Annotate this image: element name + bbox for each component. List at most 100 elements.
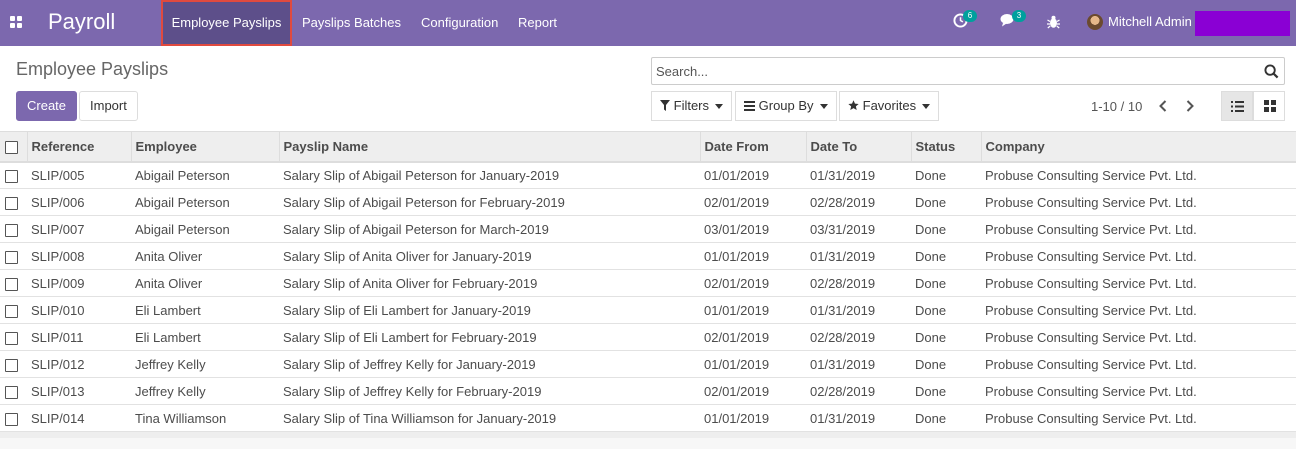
- employee-cell: Abigail Peterson: [135, 194, 230, 210]
- date-to-cell: 02/28/2019: [810, 383, 876, 399]
- table-row[interactable]: SLIP/009 Anita Oliver Salary Slip of Anita…: [0, 269, 1296, 297]
- date-to-cell: 01/31/2019: [810, 167, 876, 183]
- date-from-cell: 01/01/2019: [704, 356, 770, 372]
- menu-payslips-batches[interactable]: Payslips Batches: [302, 0, 401, 46]
- company-cell: Probuse Consulting Service Pvt. Ltd.: [985, 275, 1197, 291]
- date-from-cell: 02/01/2019: [704, 383, 770, 399]
- status-cell: Done: [915, 194, 947, 210]
- menu-report[interactable]: Report: [518, 0, 557, 46]
- payslip-name-cell: Salary Slip of Tina Williamson for Janua…: [283, 410, 557, 426]
- payslip-name-cell: Salary Slip of Eli Lambert for January-2…: [283, 302, 531, 318]
- table-header-row: Reference Employee Payslip Name Date Fro…: [0, 131, 1296, 162]
- filters-dropdown[interactable]: Filters: [651, 91, 733, 121]
- row-checkbox[interactable]: [5, 331, 18, 345]
- table-row[interactable]: SLIP/014 Tina Williamson Salary Slip of Ti…: [0, 404, 1296, 432]
- messages-button[interactable]: 3: [1000, 10, 1026, 31]
- select-all-cell: [0, 132, 27, 162]
- status-cell: Done: [915, 356, 947, 372]
- table-row[interactable]: SLIP/012 Jeffrey Kelly Salary Slip of Jeff…: [0, 350, 1296, 378]
- table-row[interactable]: SLIP/007 Abigail Peterson Salary Slip of A…: [0, 215, 1296, 243]
- column-header-employee[interactable]: Employee: [130, 131, 279, 162]
- date-from-cell: 03/01/2019: [704, 221, 770, 237]
- table-row[interactable]: SLIP/010 Eli Lambert Salary Slip of Eli La…: [0, 296, 1296, 324]
- create-button[interactable]: Create: [16, 91, 78, 121]
- column-header-reference[interactable]: Reference: [26, 131, 131, 162]
- caret-down-icon: [819, 104, 828, 110]
- kanban-view-icon: [1264, 100, 1276, 112]
- redacted-block: [1195, 11, 1290, 36]
- company-cell: Probuse Consulting Service Pvt. Ltd.: [985, 329, 1197, 345]
- menu-configuration[interactable]: Configuration: [421, 0, 498, 46]
- company-cell: Probuse Consulting Service Pvt. Ltd.: [985, 383, 1197, 399]
- reference-cell: SLIP/006: [31, 194, 85, 210]
- reference-cell: SLIP/005: [31, 167, 85, 183]
- chevron-right-icon[interactable]: [1183, 98, 1197, 114]
- select-all-checkbox[interactable]: [5, 140, 18, 154]
- favorites-label: Favorites: [862, 98, 917, 113]
- employee-cell: Anita Oliver: [135, 248, 203, 264]
- list-view-icon: [1231, 101, 1244, 112]
- company-cell: Probuse Consulting Service Pvt. Ltd.: [985, 410, 1197, 426]
- import-button[interactable]: Import: [79, 91, 138, 121]
- row-checkbox[interactable]: [5, 169, 18, 183]
- employee-cell: Tina Williamson: [135, 410, 227, 426]
- page-title: Employee Payslips: [16, 59, 169, 79]
- search-icon[interactable]: [1264, 64, 1279, 79]
- favorites-dropdown[interactable]: Favorites: [839, 91, 940, 121]
- date-to-cell: 01/31/2019: [810, 410, 876, 426]
- groupby-label: Group By: [758, 98, 814, 113]
- employee-cell: Anita Oliver: [135, 275, 203, 291]
- row-checkbox[interactable]: [5, 223, 18, 237]
- row-checkbox[interactable]: [5, 196, 18, 210]
- apps-grid-icon[interactable]: [10, 16, 22, 28]
- search-box: [651, 57, 1285, 85]
- company-cell: Probuse Consulting Service Pvt. Ltd.: [985, 221, 1197, 237]
- row-checkbox[interactable]: [5, 304, 18, 318]
- row-checkbox[interactable]: [5, 277, 18, 291]
- kanban-view-button[interactable]: [1253, 91, 1285, 121]
- employee-cell: Jeffrey Kelly: [135, 383, 206, 399]
- reference-cell: SLIP/014: [31, 410, 85, 426]
- groupby-dropdown[interactable]: Group By: [735, 91, 837, 121]
- menu-employee-payslips[interactable]: Employee Payslips: [161, 0, 292, 46]
- table-row[interactable]: SLIP/011 Eli Lambert Salary Slip of Eli La…: [0, 323, 1296, 351]
- company-cell: Probuse Consulting Service Pvt. Ltd.: [985, 248, 1197, 264]
- app-brand[interactable]: Payroll: [48, 9, 115, 35]
- chevron-left-icon[interactable]: [1156, 98, 1170, 114]
- row-checkbox[interactable]: [5, 358, 18, 372]
- table-row[interactable]: SLIP/006 Abigail Peterson Salary Slip of A…: [0, 188, 1296, 216]
- table-row[interactable]: SLIP/013 Jeffrey Kelly Salary Slip of Jeff…: [0, 377, 1296, 405]
- activity-button[interactable]: 6: [953, 10, 977, 31]
- row-checkbox[interactable]: [5, 412, 18, 426]
- row-select-cell: [0, 162, 27, 189]
- pager-value[interactable]: 1-10 / 10: [1091, 99, 1142, 114]
- column-header-date-from[interactable]: Date From: [699, 131, 806, 162]
- row-select-cell: [0, 189, 27, 216]
- column-header-date-to[interactable]: Date To: [805, 131, 911, 162]
- row-checkbox[interactable]: [5, 385, 18, 399]
- payslip-name-cell: Salary Slip of Abigail Peterson for Janu…: [283, 167, 560, 183]
- payslip-name-cell: Salary Slip of Abigail Peterson for Marc…: [283, 221, 549, 237]
- row-select-cell: [0, 216, 27, 243]
- caret-down-icon: [715, 104, 724, 110]
- row-select-cell: [0, 351, 27, 378]
- table-row[interactable]: SLIP/005 Abigail Peterson Salary Slip of A…: [0, 161, 1296, 189]
- search-input[interactable]: [656, 62, 1246, 80]
- column-header-company[interactable]: Company: [980, 131, 1296, 162]
- debug-button[interactable]: [1047, 15, 1060, 32]
- user-avatar[interactable]: [1087, 14, 1103, 30]
- payslip-list: Reference Employee Payslip Name Date Fro…: [0, 131, 1296, 432]
- company-cell: Probuse Consulting Service Pvt. Ltd.: [985, 356, 1197, 372]
- user-menu-name[interactable]: Mitchell Admin: [1108, 14, 1192, 29]
- payslip-table: Reference Employee Payslip Name Date Fro…: [0, 131, 1296, 432]
- row-checkbox[interactable]: [5, 250, 18, 264]
- reference-cell: SLIP/007: [31, 221, 85, 237]
- employee-cell: Abigail Peterson: [135, 221, 230, 237]
- employee-cell: Eli Lambert: [135, 329, 201, 345]
- status-cell: Done: [915, 221, 947, 237]
- list-view-button[interactable]: [1221, 91, 1253, 121]
- table-row[interactable]: SLIP/008 Anita Oliver Salary Slip of Anita…: [0, 242, 1296, 270]
- column-header-status[interactable]: Status: [910, 131, 981, 162]
- column-header-payslip-name[interactable]: Payslip Name: [278, 131, 700, 162]
- company-cell: Probuse Consulting Service Pvt. Ltd.: [985, 194, 1197, 210]
